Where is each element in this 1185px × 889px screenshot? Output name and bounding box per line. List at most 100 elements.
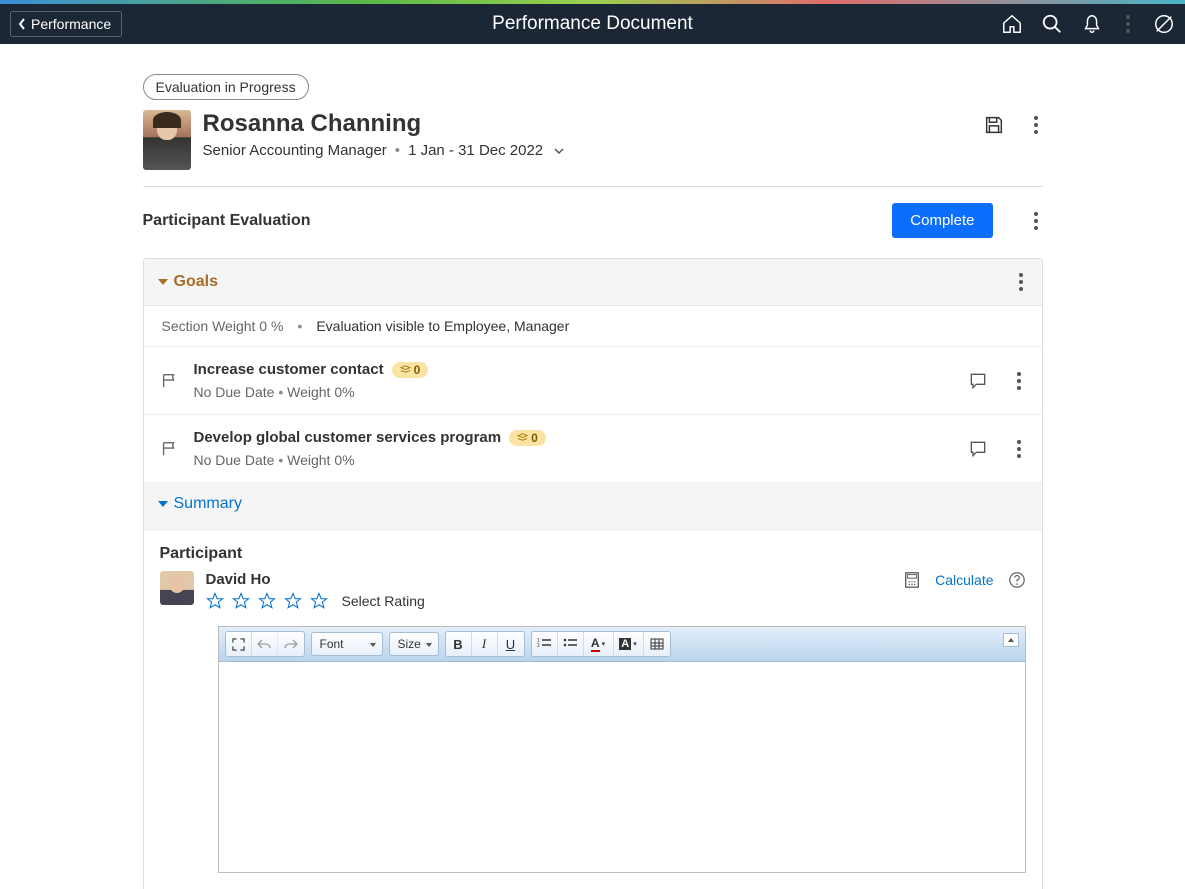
search-icon[interactable] (1041, 13, 1063, 35)
calculator-icon[interactable] (903, 571, 921, 589)
rich-text-editor: Font Size B I U 12 (218, 626, 1026, 873)
save-icon[interactable] (983, 114, 1005, 136)
flag-icon (160, 372, 178, 390)
stack-badge: 0 (392, 362, 429, 378)
star-icon[interactable] (258, 592, 276, 610)
rating-row: Select Rating (206, 592, 425, 610)
goals-more-icon[interactable] (1014, 271, 1028, 293)
participant-name: David Ho (206, 571, 425, 588)
goal-weight: Weight 0% (287, 384, 354, 400)
goal-weight: Weight 0% (287, 452, 354, 468)
header-more-icon[interactable] (1029, 114, 1043, 136)
compass-icon[interactable] (1153, 13, 1175, 35)
employee-info: Rosanna Channing Senior Accounting Manag… (203, 110, 568, 159)
employee-subtitle: Senior Accounting Manager • 1 Jan - 31 D… (203, 142, 568, 159)
text-color-button[interactable]: A▾ (584, 632, 614, 656)
evaluation-header: Participant Evaluation Complete (143, 203, 1043, 238)
badge-count: 0 (531, 431, 538, 445)
redo-icon (284, 638, 298, 650)
goal-due: No Due Date (194, 452, 275, 468)
separator-dot: • (395, 142, 400, 159)
goal-actions (968, 370, 1026, 392)
participant-label: Participant (160, 545, 1026, 563)
back-button[interactable]: Performance (10, 11, 122, 37)
goal-more-icon[interactable] (1012, 438, 1026, 460)
bg-color-button[interactable]: A▾ (614, 632, 644, 656)
goal-body: Increase customer contact 0 No Due Date … (194, 361, 952, 400)
goal-item[interactable]: Increase customer contact 0 No Due Date … (144, 347, 1042, 415)
redo-button[interactable] (278, 632, 304, 656)
goal-more-icon[interactable] (1012, 370, 1026, 392)
editor-toolbar: Font Size B I U 12 (219, 627, 1025, 662)
star-icon[interactable] (284, 592, 302, 610)
goal-meta: No Due Date • Weight 0% (194, 452, 952, 468)
period: 1 Jan - 31 Dec 2022 (408, 142, 543, 159)
participant-box: Participant David Ho Select Rating (144, 531, 1042, 889)
caret-down-icon (158, 279, 168, 285)
goals-subheader: Section Weight 0 % • Evaluation visible … (144, 306, 1042, 347)
list-color-group: 12 A▾ A▾ (531, 631, 671, 657)
rating-placeholder: Select Rating (342, 593, 425, 609)
home-icon[interactable] (1001, 13, 1023, 35)
separator-dot: • (297, 318, 302, 334)
font-select[interactable]: Font (311, 632, 383, 656)
star-icon[interactable] (310, 592, 328, 610)
summary-header[interactable]: Summary (144, 483, 1042, 525)
comment-icon[interactable] (968, 439, 988, 459)
participant-actions: Calculate (903, 571, 1025, 589)
italic-button[interactable]: I (472, 632, 498, 656)
goal-item[interactable]: Develop global customer services program… (144, 415, 1042, 483)
bold-button[interactable]: B (446, 632, 472, 656)
goal-title: Develop global customer services program (194, 429, 502, 446)
maximize-button[interactable] (226, 632, 252, 656)
goal-due: No Due Date (194, 384, 275, 400)
ordered-list-button[interactable]: 12 (532, 632, 558, 656)
chevron-left-icon (17, 17, 27, 31)
bullet-list-icon (563, 638, 577, 650)
header-actions (983, 110, 1043, 136)
ordered-list-icon: 12 (537, 638, 551, 650)
comment-icon[interactable] (968, 371, 988, 391)
size-select[interactable]: Size (389, 632, 439, 656)
stack-icon (517, 432, 528, 443)
visibility-text: Evaluation visible to Employee, Manager (316, 318, 569, 334)
participant-avatar (160, 571, 194, 605)
employee-name: Rosanna Channing (203, 110, 568, 138)
goal-title-row: Increase customer contact 0 (194, 361, 952, 378)
bullet-list-button[interactable] (558, 632, 584, 656)
collapse-toolbar-button[interactable] (1003, 633, 1019, 647)
topbar: Performance Performance Document (0, 4, 1185, 44)
format-group: B I U (445, 631, 525, 657)
maximize-icon (232, 638, 245, 651)
goal-meta: No Due Date • Weight 0% (194, 384, 952, 400)
page-title: Performance Document (492, 13, 693, 35)
underline-button[interactable]: U (498, 632, 524, 656)
topbar-more-icon[interactable] (1121, 13, 1135, 35)
main-scroll[interactable]: Evaluation in Progress Rosanna Channing … (0, 44, 1185, 889)
table-icon (650, 638, 664, 650)
bell-icon[interactable] (1081, 13, 1103, 35)
undo-button[interactable] (252, 632, 278, 656)
star-icon[interactable] (232, 592, 250, 610)
back-label: Performance (31, 16, 111, 32)
editor-body[interactable] (219, 662, 1025, 872)
evaluation-more-icon[interactable] (1029, 210, 1043, 232)
help-icon[interactable] (1008, 571, 1026, 589)
goal-actions (968, 438, 1026, 460)
complete-button[interactable]: Complete (892, 203, 992, 238)
goal-title: Increase customer contact (194, 361, 384, 378)
section-weight: Section Weight 0 % (162, 318, 284, 334)
undo-icon (257, 638, 271, 650)
table-button[interactable] (644, 632, 670, 656)
calculate-link[interactable]: Calculate (935, 572, 993, 588)
goals-header[interactable]: Goals (144, 259, 1042, 306)
goal-title-row: Develop global customer services program… (194, 429, 952, 446)
content-container: Evaluation in Progress Rosanna Channing … (143, 44, 1043, 889)
employee-avatar (143, 110, 191, 170)
star-icon[interactable] (206, 592, 224, 610)
chevron-down-icon[interactable] (551, 143, 567, 159)
goals-panel: Goals Section Weight 0 % • Evaluation vi… (143, 258, 1043, 889)
participant-row: David Ho Select Rating Calculate (160, 571, 1026, 610)
topbar-actions (1001, 13, 1175, 35)
flag-icon (160, 440, 178, 458)
